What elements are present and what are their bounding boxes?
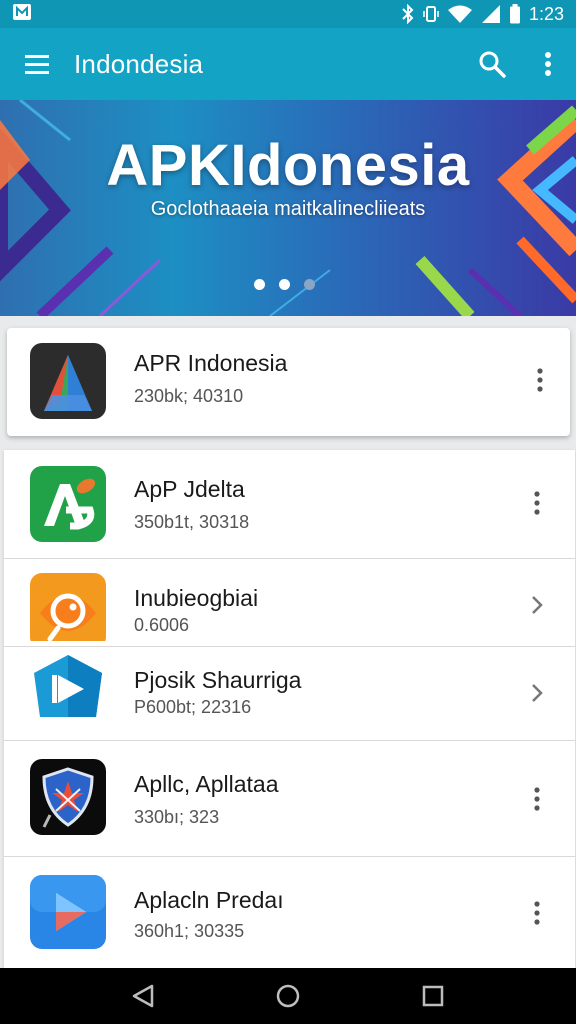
app-name: Aplacln Predaı <box>134 887 284 913</box>
carousel-dot[interactable] <box>304 279 315 290</box>
blue-play-hexagon-icon <box>30 651 106 727</box>
blue-play-icon <box>30 875 106 949</box>
list-item[interactable]: Pjosik Shaurriga P600bt; 22316 <box>4 647 575 741</box>
list-item[interactable]: Inubieogbiai 0.6006 <box>4 559 575 647</box>
app-meta: 0.6006 <box>134 615 190 635</box>
app-name: ApP Jdelta <box>134 476 245 502</box>
app-name: Pjosik Shaurriga <box>134 667 302 693</box>
app-name: APR Indonesia <box>134 350 288 376</box>
list-item[interactable]: ApP Jdelta 350b1t, 30318 <box>4 450 575 559</box>
list-item[interactable]: Apllc, Apllataa 330bı; 323 <box>4 741 575 857</box>
overflow-menu-icon[interactable] <box>517 893 557 933</box>
overflow-menu-icon[interactable] <box>517 779 557 819</box>
carousel-dot[interactable] <box>279 279 290 290</box>
app-title: Indondesia <box>74 48 204 79</box>
back-icon[interactable] <box>113 968 173 1024</box>
wifi-icon <box>447 4 473 24</box>
app-bar: Indondesia <box>0 28 576 100</box>
carousel-dot[interactable] <box>254 279 265 290</box>
green-a-logo-icon <box>30 466 106 542</box>
carousel-indicator <box>254 279 315 290</box>
orange-fish-icon <box>30 573 106 641</box>
app-meta: 330bı; 323 <box>134 807 220 827</box>
notification-icon <box>12 3 32 26</box>
battery-icon <box>509 4 521 24</box>
android-studio-like-icon <box>30 343 106 419</box>
banner-subtitle: Goclothaaeia maitkalinecliieats <box>150 198 426 220</box>
status-bar: 1:23 <box>0 0 576 28</box>
overflow-menu-icon[interactable] <box>520 360 560 400</box>
overflow-menu-icon[interactable] <box>517 483 557 523</box>
home-icon[interactable] <box>258 968 318 1024</box>
app-name: Inubieogbiai <box>134 585 259 611</box>
search-icon[interactable] <box>464 28 520 100</box>
app-meta: 360h1; 30335 <box>134 921 245 941</box>
app-list: ApP Jdelta 350b1t, 30318 Inubieogbiai 0.… <box>4 450 575 968</box>
vibrate-icon <box>423 4 439 24</box>
app-meta: P600bt; 22316 <box>134 697 252 717</box>
recents-icon[interactable] <box>403 968 463 1024</box>
hamburger-menu-icon[interactable] <box>0 28 74 100</box>
chevron-right-icon[interactable] <box>517 585 557 625</box>
app-meta: 350b1t, 30318 <box>134 512 250 532</box>
chevron-right-icon[interactable] <box>517 673 557 713</box>
banner-title: APKIdonesia <box>106 133 470 198</box>
overflow-menu-icon[interactable] <box>520 28 576 100</box>
list-item[interactable]: Aplacln Predaı 360h1; 30335 <box>4 857 575 968</box>
system-nav-bar <box>0 968 576 1024</box>
signal-icon <box>481 4 501 24</box>
shield-star-icon <box>30 759 106 835</box>
status-time: 1:23 <box>528 3 564 24</box>
bluetooth-icon <box>401 4 415 24</box>
featured-app-card[interactable]: APR Indonesia 230bk; 40310 <box>7 328 570 436</box>
app-name: Apllc, Apllataa <box>134 771 279 797</box>
app-meta: 230bk; 40310 <box>134 386 244 406</box>
